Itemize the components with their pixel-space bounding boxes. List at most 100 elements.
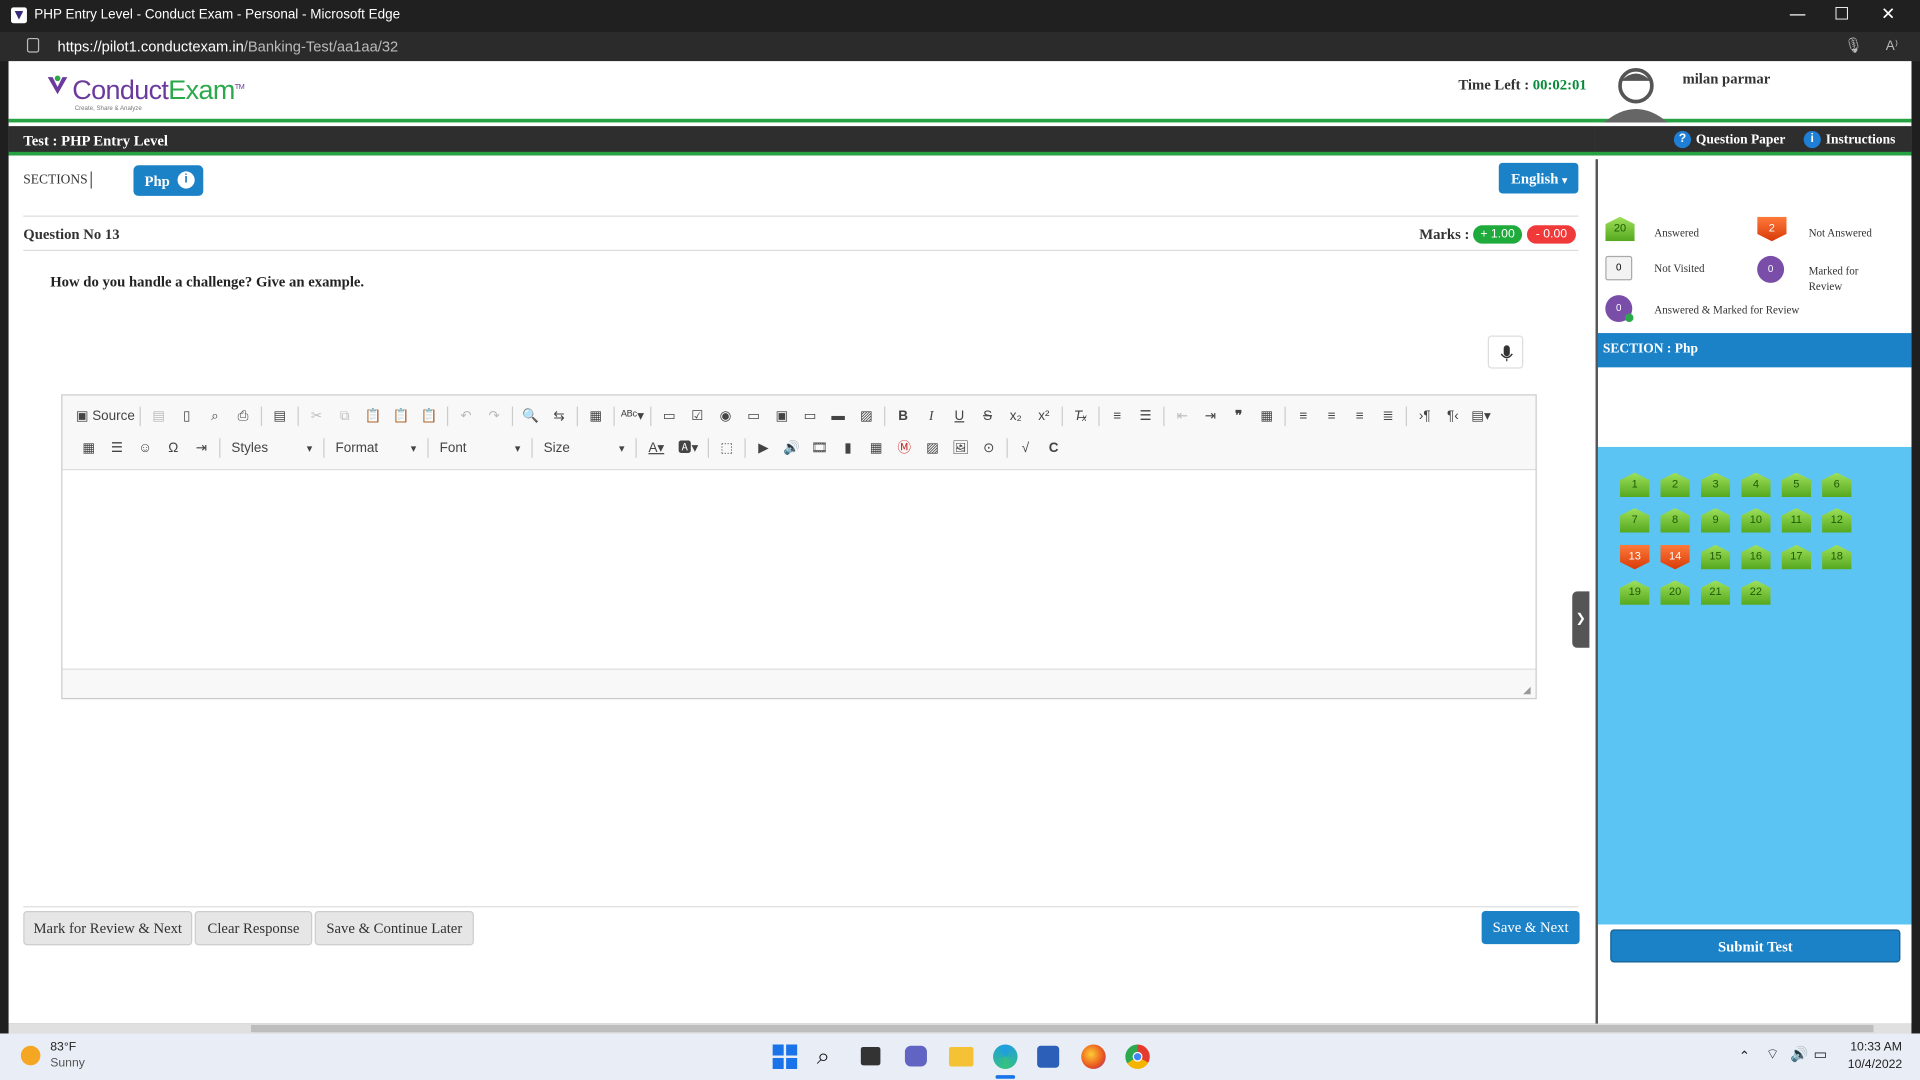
templates-icon[interactable]: ▤ — [266, 405, 294, 427]
question-button-19[interactable]: 19 — [1620, 580, 1650, 605]
close-window-button[interactable]: ✕ — [1876, 5, 1900, 25]
form-icon[interactable]: ▭ — [655, 405, 683, 427]
math-icon[interactable]: Ⓜ — [890, 437, 918, 459]
bg-color-icon[interactable]: 🅰▾ — [672, 437, 704, 459]
language-select[interactable]: English ▾ — [1498, 162, 1579, 194]
language-icon[interactable]: ▤▾ — [1467, 405, 1495, 427]
remove-format-icon[interactable]: T̶ₓ — [1067, 405, 1095, 427]
video-icon[interactable]: 🎞 — [806, 437, 834, 459]
question-button-17[interactable]: 17 — [1781, 544, 1812, 570]
button-field-icon[interactable]: ▬ — [824, 405, 852, 427]
question-button-14[interactable]: 14 — [1660, 544, 1690, 570]
question-button-6[interactable]: 6 — [1822, 472, 1852, 498]
textarea-icon[interactable]: ▣ — [768, 405, 796, 427]
weather-temp[interactable]: 83°F — [50, 1041, 76, 1054]
question-button-22[interactable]: 22 — [1741, 580, 1771, 605]
chem-icon[interactable]: C — [1040, 437, 1068, 459]
maximize-button[interactable]: ☐ — [1829, 5, 1853, 25]
save-next-button[interactable]: Save & Next — [1481, 911, 1580, 945]
italic-icon[interactable]: I — [917, 405, 945, 427]
store-icon[interactable] — [1037, 1045, 1060, 1068]
align-center-icon[interactable]: ≡ — [1318, 405, 1346, 427]
formula-icon[interactable]: √ — [1011, 437, 1039, 459]
numbered-list-icon[interactable]: ≡ — [1103, 405, 1131, 427]
voice-input-button[interactable] — [1487, 335, 1524, 369]
copy-icon[interactable]: ⧉ — [331, 405, 359, 427]
chevron-up-icon[interactable]: ⌃ — [1739, 1048, 1750, 1064]
size-dropdown[interactable]: Size — [536, 437, 627, 459]
source-button[interactable]: ▣ Source — [75, 405, 136, 427]
volume-icon[interactable]: 🔊 — [1790, 1046, 1808, 1063]
cut-icon[interactable]: ✂ — [302, 405, 330, 427]
select-all-icon[interactable]: ▦ — [582, 405, 610, 427]
checkbox-icon[interactable]: ☑ — [683, 405, 711, 427]
question-paper-link[interactable]: ? Question Paper — [1673, 131, 1785, 149]
outdent-icon[interactable]: ⇤ — [1168, 405, 1196, 427]
clear-response-button[interactable]: Clear Response — [194, 911, 313, 946]
bulleted-list-icon[interactable]: ☰ — [1131, 405, 1159, 427]
windows-start-icon[interactable] — [772, 1044, 798, 1069]
smiley-icon[interactable]: ☺ — [131, 437, 159, 459]
audio-icon[interactable]: 🔊 — [778, 437, 806, 459]
question-button-2[interactable]: 2 — [1660, 472, 1690, 498]
image-button-icon[interactable]: ▨ — [852, 405, 880, 427]
new-page-icon[interactable]: ▯ — [173, 405, 201, 427]
editor-content-area[interactable] — [62, 468, 1536, 670]
question-button-8[interactable]: 8 — [1660, 508, 1690, 533]
submit-test-button[interactable]: Submit Test — [1610, 929, 1901, 963]
file-explorer-icon[interactable] — [948, 1046, 974, 1067]
image-icon[interactable]: ▨ — [918, 437, 946, 459]
ltr-icon[interactable]: ›¶ — [1411, 405, 1439, 427]
blockquote-icon[interactable]: ❞ — [1225, 405, 1253, 427]
paste-word-icon[interactable]: 📋 — [415, 405, 443, 427]
paste-icon[interactable]: 📋 — [359, 405, 387, 427]
chat-icon[interactable] — [904, 1045, 927, 1067]
save-continue-later-button[interactable]: Save & Continue Later — [314, 911, 474, 946]
microphone-icon[interactable]: 🎙 — [1844, 37, 1863, 54]
font-dropdown[interactable]: Font — [432, 437, 523, 459]
subscript-icon[interactable]: x₂ — [1002, 405, 1030, 427]
superscript-icon[interactable]: x² — [1030, 405, 1058, 427]
search-icon[interactable]: ⌕ — [817, 1043, 830, 1070]
scrollbar-thumb[interactable] — [251, 1024, 1874, 1033]
question-button-1[interactable]: 1 — [1620, 472, 1650, 498]
special-char-icon[interactable]: Ω — [159, 437, 187, 459]
text-color-icon[interactable]: A▾ — [640, 437, 672, 459]
url-text[interactable]: https://pilot1.conductexam.in/Banking-Te… — [58, 38, 399, 55]
align-right-icon[interactable]: ≡ — [1346, 405, 1374, 427]
styles-dropdown[interactable]: Styles — [224, 437, 315, 459]
weather-condition[interactable]: Sunny — [50, 1057, 85, 1070]
clock-time[interactable]: 10:33 AM — [1850, 1041, 1902, 1054]
question-button-21[interactable]: 21 — [1700, 580, 1731, 605]
info-icon[interactable]: i — [177, 171, 195, 189]
replace-icon[interactable]: ⇆ — [545, 405, 573, 427]
align-left-icon[interactable]: ≡ — [1289, 405, 1317, 427]
maximize-icon[interactable]: ⬚ — [713, 437, 741, 459]
strikethrough-icon[interactable]: S — [973, 405, 1001, 427]
question-button-12[interactable]: 12 — [1822, 508, 1852, 533]
radio-icon[interactable]: ◉ — [711, 405, 739, 427]
paste-text-icon[interactable]: 📋 — [387, 405, 415, 427]
chart-icon[interactable]: ▮ — [834, 437, 862, 459]
sun-icon[interactable] — [20, 1045, 41, 1066]
indent-icon[interactable]: ⇥ — [1196, 405, 1224, 427]
bold-icon[interactable]: B — [889, 405, 917, 427]
question-button-13[interactable]: 13 — [1620, 544, 1650, 570]
read-aloud-icon[interactable]: A⁾ — [1886, 38, 1898, 54]
textfield-icon[interactable]: ▭ — [740, 405, 768, 427]
table-icon[interactable]: ▦ — [75, 437, 103, 459]
find-icon[interactable]: 🔍 — [517, 405, 545, 427]
task-view-icon[interactable] — [860, 1046, 881, 1066]
collapse-panel-button[interactable]: ❯ — [1572, 591, 1590, 648]
question-button-3[interactable]: 3 — [1700, 472, 1731, 498]
redo-icon[interactable]: ↷ — [480, 405, 508, 427]
save-icon[interactable]: ▤ — [144, 405, 172, 427]
spellcheck-icon[interactable]: ᴬᴮᶜ▾ — [618, 405, 646, 427]
instructions-link[interactable]: i Instructions — [1803, 131, 1895, 149]
clock-date[interactable]: 10/4/2022 — [1848, 1058, 1902, 1071]
question-button-16[interactable]: 16 — [1741, 544, 1771, 570]
rtl-icon[interactable]: ¶‹ — [1439, 405, 1467, 427]
mark-review-next-button[interactable]: Mark for Review & Next — [23, 911, 193, 946]
undo-icon[interactable]: ↶ — [452, 405, 480, 427]
print-icon[interactable]: ⎙ — [229, 405, 257, 427]
